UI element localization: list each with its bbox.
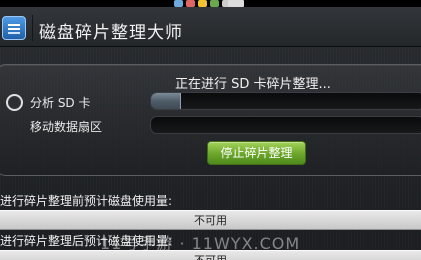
move-sectors-progress-bar [150,116,421,134]
usage-before-value: 不可用 [0,210,421,230]
status-bar [0,0,421,7]
watermark: 11号手游 · 11WYX.COM [100,234,301,253]
stop-defrag-button[interactable]: 停止碎片整理 [207,141,306,165]
notification-icon [198,0,207,7]
analyze-progress-bar [150,92,421,110]
notification-icon [210,0,219,7]
defrag-status-text: 正在进行 SD 卡碎片整理... [175,77,331,92]
app-logo-icon [2,16,26,40]
title-bar: 磁盘碎片整理大师 [0,7,421,47]
notification-icon [174,0,183,7]
analyze-sd-label: 分析 SD 卡 [30,96,91,110]
notification-icons [174,0,231,7]
battery-icon [228,0,244,7]
move-sectors-label: 移动数据扇区 [30,120,103,134]
analyze-progress-fill [151,93,182,109]
analyze-spinner-icon [6,94,23,111]
app-screen: 磁盘碎片整理大师 正在进行 SD 卡碎片整理... 分析 SD 卡 移动数据扇区… [0,0,421,260]
notification-icon [186,0,195,7]
usage-before-label: 进行碎片整理前预计磁盘使用量: [0,194,173,208]
app-title: 磁盘碎片整理大师 [39,23,183,43]
title-divider [32,15,33,41]
